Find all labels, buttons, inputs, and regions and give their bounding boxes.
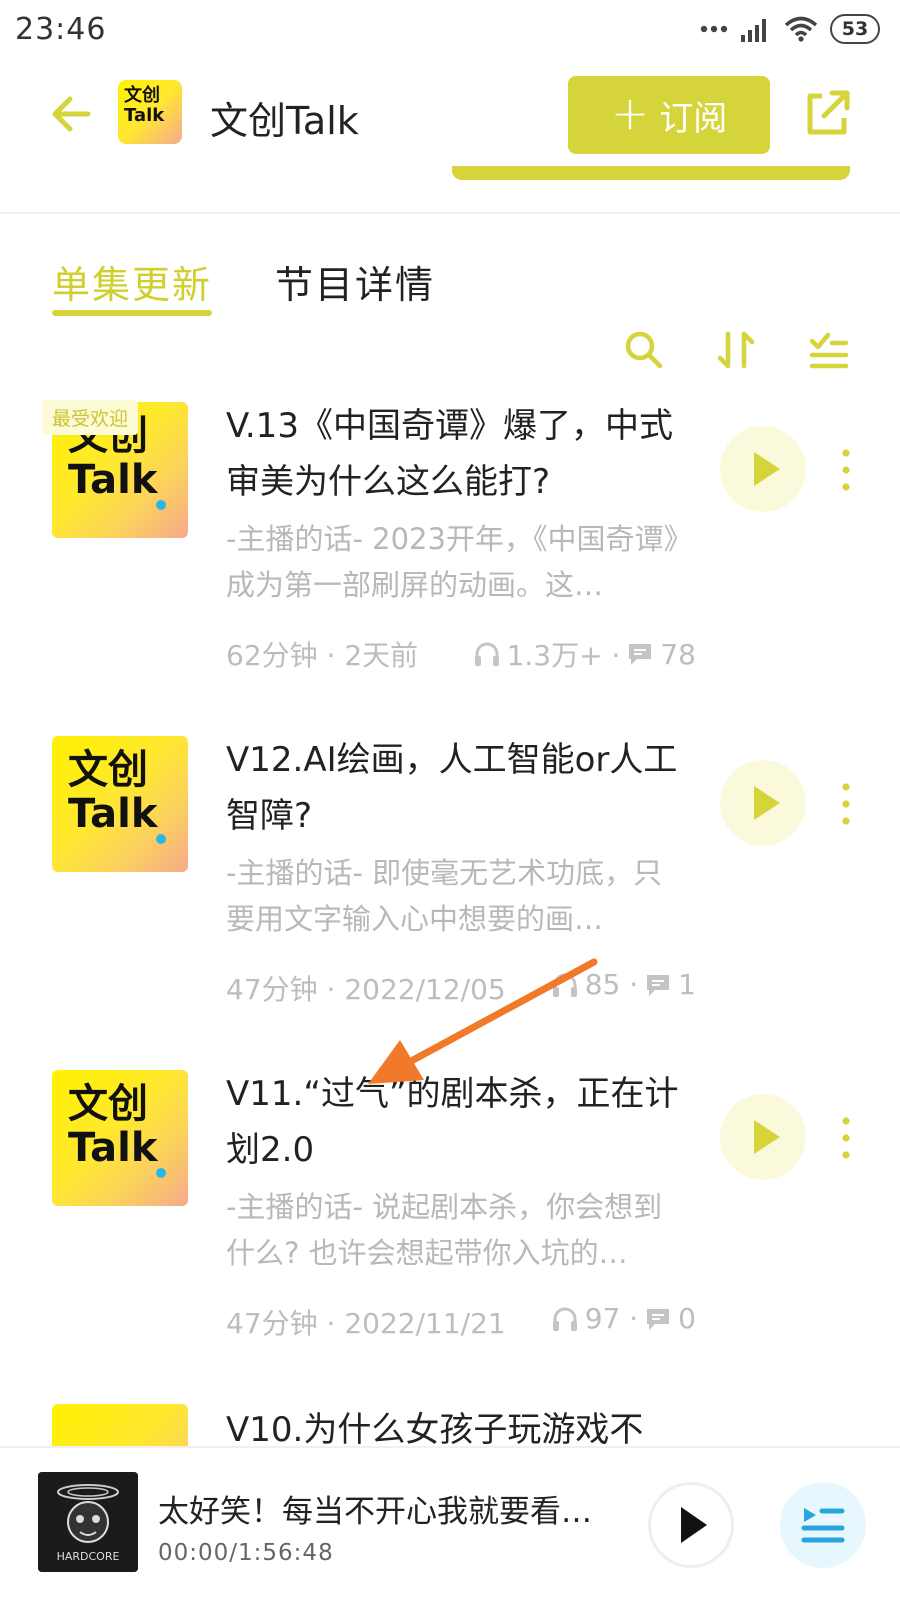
more-dots-icon <box>700 25 728 33</box>
header: 文创 Talk 文创Talk + 订阅 <box>0 62 900 214</box>
podcast-title: 文创Talk <box>210 99 359 143</box>
logo-text-line1: 文创 <box>124 85 160 106</box>
status-bar: 23:46 53 <box>0 0 900 62</box>
comment-count: 0 <box>678 1302 696 1335</box>
play-button[interactable] <box>720 1094 806 1180</box>
play-count: 85 · <box>584 968 639 1001</box>
episode-cover <box>52 1404 188 1446</box>
cover-dot <box>156 834 166 844</box>
play-count: 1.3万+ · <box>506 639 621 672</box>
comment-icon <box>629 644 652 665</box>
cover-text-line1: 文创 <box>68 747 148 793</box>
play-icon <box>681 1507 707 1543</box>
episode-item[interactable]: 文创 Talk V11.“过气”的剧本杀，正在计划2.0 -主播的话- 说起剧本… <box>0 1068 900 1358</box>
player-cover-text: HARDCORE <box>57 1550 120 1563</box>
comment-count: 1 <box>678 968 696 1001</box>
duration-date: 62分钟 · 2天前 <box>226 639 419 672</box>
episode-title[interactable]: V11.“过气”的剧本杀，正在计划2.0 <box>226 1066 696 1178</box>
episode-description: -主播的话- 2023开年，《中国奇谭》成为第一部刷屏的动画。这… <box>226 522 678 602</box>
cover-text-line2: Talk <box>68 457 158 503</box>
mini-player[interactable]: HARDCORE 太好笑！每当不开心我就要看… 00:00/1:56:48 <box>0 1446 900 1600</box>
now-playing-cover[interactable]: HARDCORE <box>38 1472 138 1572</box>
wifi-icon <box>784 16 818 42</box>
cover-text-line2: Talk <box>68 1125 158 1171</box>
tab-episode-updates[interactable]: 单集更新 <box>52 254 212 309</box>
tab-program-details[interactable]: 节目详情 <box>275 254 435 309</box>
episode-cover: 文创 Talk <box>52 1070 188 1206</box>
episode-item[interactable]: 文创 Talk V12.AI绘画，人工智能or人工智障? -主播的话- 即使毫无… <box>0 734 900 1024</box>
play-icon <box>754 452 780 486</box>
episode-description: -主播的话- 说起剧本杀，你会想到什么? 也许会想起带你入坑的… <box>226 1190 663 1270</box>
search-icon[interactable] <box>622 328 666 372</box>
more-options-icon[interactable] <box>836 448 856 492</box>
play-count: 97 · <box>584 1302 639 1335</box>
episode-cover: 文创 Talk <box>52 736 188 872</box>
cover-text-line2: Talk <box>68 791 158 837</box>
cover-text-line1: 文创 <box>68 1081 148 1127</box>
mini-player-play-button[interactable] <box>648 1482 734 1568</box>
plus-icon: + <box>610 86 650 140</box>
battery-indicator: 53 <box>830 14 880 44</box>
episode-description: -主播的话- 即使毫无艺术功底，只要用文字输入心中想要的画… <box>226 856 663 936</box>
headphones-icon <box>552 1307 577 1331</box>
episode-item[interactable]: V10.为什么女孩子玩游戏不 <box>0 1402 900 1446</box>
episode-meta: 47分钟 · 2022/12/05 85 · 1 <box>226 968 696 1008</box>
status-time: 23:46 <box>15 12 107 47</box>
more-options-icon[interactable] <box>836 1116 856 1160</box>
comment-icon <box>647 974 670 996</box>
podcast-logo: 文创 Talk <box>118 80 182 144</box>
most-popular-badge: 最受欢迎 <box>42 400 139 435</box>
play-button[interactable] <box>720 426 806 512</box>
logo-text-line2: Talk <box>124 105 165 126</box>
subscribe-button[interactable]: + 订阅 <box>568 76 770 154</box>
episode-meta: 62分钟 · 2天前 1.3万+ · 78 <box>226 634 696 674</box>
tab-indicator <box>52 310 212 316</box>
episode-title[interactable]: V12.AI绘画，人工智能or人工智障? <box>226 732 696 844</box>
more-options-icon[interactable] <box>836 782 856 826</box>
cover-dot <box>156 500 166 510</box>
play-icon <box>754 786 780 820</box>
episode-title[interactable]: V.13《中国奇谭》爆了，中式审美为什么这么能打? <box>226 398 696 510</box>
comment-icon <box>647 1308 670 1330</box>
hardcore-logo-icon: HARDCORE <box>38 1472 138 1572</box>
cover-dot <box>156 1168 166 1178</box>
back-arrow-icon[interactable] <box>44 86 100 142</box>
headphones-icon <box>552 973 577 997</box>
headphones-icon <box>474 642 499 666</box>
share-icon[interactable] <box>802 88 852 138</box>
duration-date: 47分钟 · 2022/11/21 <box>226 1307 506 1340</box>
status-icons: 53 <box>700 14 880 44</box>
playlist-button[interactable] <box>780 1482 866 1568</box>
episode-meta: 47分钟 · 2022/11/21 97 · 0 <box>226 1302 696 1342</box>
duration-date: 47分钟 · 2022/12/05 <box>226 973 506 1006</box>
sort-icon[interactable] <box>714 328 758 372</box>
batch-select-icon[interactable] <box>806 328 850 372</box>
subscribe-button-shadow <box>452 166 850 180</box>
play-button[interactable] <box>720 760 806 846</box>
comment-count: 78 <box>660 637 696 671</box>
episode-title[interactable]: V10.为什么女孩子玩游戏不 <box>226 1402 696 1446</box>
play-icon <box>754 1120 780 1154</box>
episode-item[interactable]: 文创 Talk 最受欢迎 V.13《中国奇谭》爆了，中式审美为什么这么能打? -… <box>0 400 900 690</box>
now-playing-title[interactable]: 太好笑！每当不开心我就要看… <box>158 1486 598 1531</box>
playlist-icon <box>801 1508 845 1543</box>
subscribe-label: 订阅 <box>659 98 728 139</box>
playback-time: 00:00/1:56:48 <box>158 1540 334 1566</box>
podcast-page: 23:46 53 文创 Talk 文创Talk + 订阅 单集更新 节目详情 文… <box>0 0 900 1600</box>
signal-icon <box>741 19 766 42</box>
